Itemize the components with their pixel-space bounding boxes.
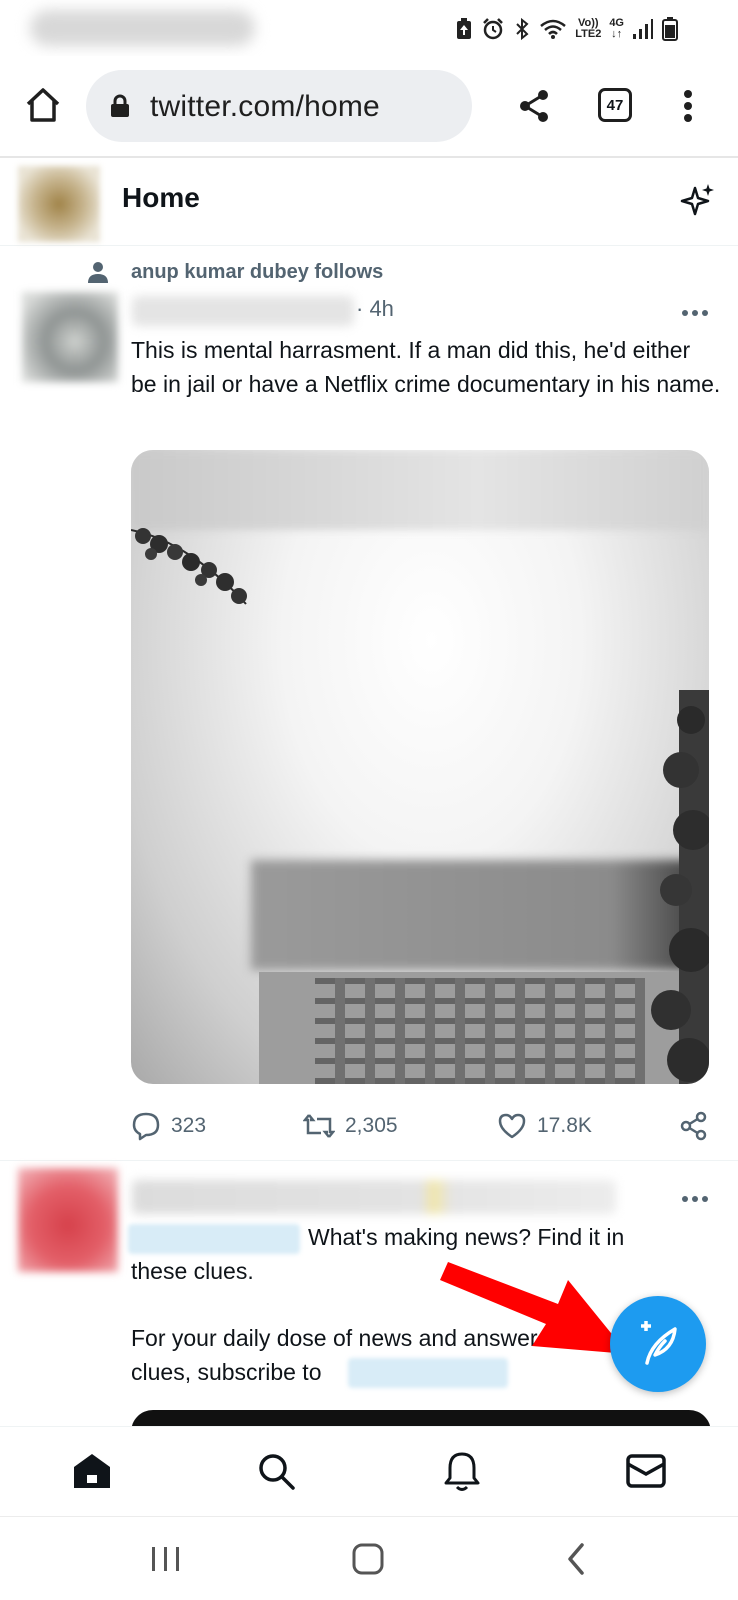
menu-icon [684, 90, 692, 122]
tweet-link[interactable] [348, 1358, 508, 1388]
tweet-author-name[interactable] [132, 296, 354, 326]
red-arrow-annotation [440, 1262, 628, 1354]
tweet-text-line: What's making news? Find it in [308, 1224, 625, 1250]
tab-switcher-button[interactable]: 47 [598, 88, 632, 122]
twitter-header: Home [0, 158, 738, 246]
tweet-timestamp[interactable]: · 4h [356, 296, 394, 322]
bottom-tab-bar [0, 1426, 738, 1516]
tweet-more-button[interactable] [680, 298, 710, 328]
tree-leaves-graphic [131, 528, 247, 605]
messages-icon [626, 1454, 666, 1488]
status-icons: Vo)) LTE2 4G ↓↑ [455, 14, 678, 44]
recents-icon[interactable] [146, 1541, 186, 1577]
page-title: Home [122, 182, 200, 213]
share-tweet-button[interactable] [679, 1108, 709, 1144]
browser-toolbar: twitter.com/home 47 [0, 56, 738, 158]
retweet-count: 2,305 [345, 1114, 398, 1137]
tweet-mention[interactable] [128, 1224, 300, 1254]
data-indicator: 4G ↓↑ [609, 17, 624, 40]
android-nav-bar [0, 1516, 738, 1600]
like-icon [498, 1113, 526, 1139]
tweet-author-avatar[interactable] [18, 1168, 118, 1272]
tab-search[interactable] [252, 1447, 300, 1495]
status-notifications-blurred [30, 10, 255, 46]
reply-count: 323 [171, 1114, 207, 1137]
data-arrows-icon: ↓↑ [611, 28, 623, 40]
search-icon [259, 1454, 295, 1490]
compose-icon [641, 1321, 677, 1365]
browser-share-button[interactable] [516, 88, 552, 124]
social-context-text[interactable]: anup kumar dubey follows [131, 261, 383, 284]
wifi-icon [539, 18, 567, 40]
tree-right-graphic [651, 690, 709, 1084]
like-button[interactable]: 17.8K [497, 1108, 592, 1144]
share-tweet-icon [680, 1111, 707, 1141]
retweet-icon [303, 1114, 335, 1138]
tweet-author-name[interactable] [132, 1180, 616, 1214]
battery-saver-icon [455, 17, 473, 41]
status-bar: Vo)) LTE2 4G ↓↑ [0, 0, 738, 56]
tweet-more-button[interactable] [680, 1184, 710, 1214]
signal-icon [632, 18, 654, 40]
volte-indicator: Vo)) LTE2 [575, 17, 602, 40]
tab-notifications[interactable] [438, 1447, 486, 1495]
retweet-button[interactable]: 2,305 [303, 1108, 398, 1144]
social-context: anup kumar dubey follows [0, 258, 738, 288]
url-text: twitter.com/home [150, 90, 380, 123]
more-icon [682, 310, 708, 316]
back-icon[interactable] [558, 1541, 598, 1577]
tweet-text-line: clues, subscribe to [131, 1359, 322, 1385]
home-icon [74, 1454, 110, 1488]
home-icon [26, 88, 60, 122]
reply-button[interactable]: 323 [131, 1108, 206, 1144]
compose-tweet-button[interactable] [610, 1296, 706, 1392]
home-nav-icon[interactable] [348, 1541, 388, 1577]
profile-avatar[interactable] [18, 166, 100, 242]
browser-menu-button[interactable] [680, 86, 696, 126]
reply-icon [132, 1112, 160, 1141]
address-bar[interactable]: twitter.com/home [86, 70, 472, 142]
sparkle-icon [680, 184, 714, 216]
tweet-actions: 323 2,305 17.8K [131, 1108, 711, 1144]
lock-icon [111, 94, 129, 117]
building-windows-graphic [315, 978, 645, 1084]
tweet-media-image[interactable] [131, 450, 709, 1084]
tweet-author-avatar[interactable] [22, 292, 118, 382]
notifications-icon [444, 1452, 480, 1491]
bluetooth-icon [513, 17, 531, 41]
person-icon [88, 262, 108, 283]
tab-messages[interactable] [622, 1447, 670, 1495]
tweet-text: This is mental harrasment. If a man did … [131, 337, 721, 397]
battery-icon [662, 17, 678, 41]
more-icon [682, 1196, 708, 1202]
tweet-text-line: these clues. [131, 1258, 254, 1284]
alarm-icon [481, 17, 505, 41]
browser-home-button[interactable] [24, 86, 62, 124]
like-count: 17.8K [537, 1114, 592, 1137]
timeline-settings-button[interactable] [680, 182, 716, 218]
media-blurred-caption [131, 450, 709, 530]
tweet-divider [0, 1160, 738, 1161]
share-icon [520, 90, 548, 122]
tab-home[interactable] [68, 1447, 116, 1495]
